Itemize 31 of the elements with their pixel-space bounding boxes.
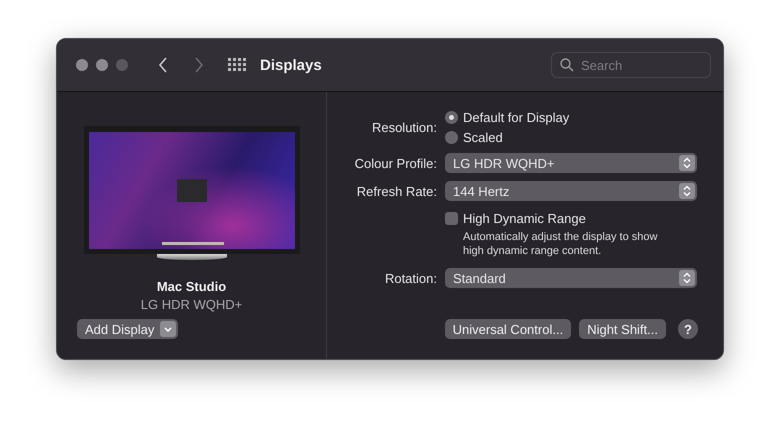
radio-button[interactable] [445, 111, 458, 124]
stepper-chevrons-icon [679, 270, 695, 286]
close-button[interactable] [76, 59, 88, 71]
minimize-button[interactable] [96, 59, 108, 71]
display-model: LG HDR WQHD+ [140, 297, 242, 312]
display-name: Mac Studio [156, 279, 226, 294]
search-icon [560, 58, 574, 72]
select-label: Refresh Rate: [356, 184, 437, 198]
radio-button[interactable] [445, 131, 458, 144]
stepper-chevrons-icon [679, 155, 695, 171]
resolution-option[interactable]: Default for Display [445, 110, 697, 125]
back-icon[interactable] [158, 57, 168, 73]
stepper-chevrons-icon [679, 183, 695, 199]
resolution-option[interactable]: Scaled [445, 130, 697, 145]
select-label: Colour Profile: [354, 156, 437, 170]
dropdown[interactable]: 144 Hertz [445, 181, 697, 201]
add-display-button[interactable]: Add Display [77, 319, 178, 339]
checkbox[interactable] [445, 212, 458, 225]
window-title: Displays [260, 56, 322, 74]
hdr-checkbox-row[interactable]: High Dynamic Range [445, 211, 697, 226]
rotation-label: Rotation: [384, 270, 437, 286]
resolution-label: Resolution: [370, 120, 437, 135]
dialog-button[interactable]: Night Shift... [579, 319, 666, 339]
search-field[interactable]: Search [551, 52, 711, 78]
dropdown[interactable]: Standard [445, 268, 697, 288]
help-button[interactable]: ? [678, 319, 698, 339]
grid-icon[interactable] [228, 58, 246, 72]
hdr-description: Automatically adjust the display to show high dynamic range content. [462, 230, 658, 258]
dropdown[interactable]: LG HDR WQHD+ [445, 153, 697, 173]
chevron-down-icon [160, 321, 176, 337]
dialog-button[interactable]: Universal Control... [444, 319, 572, 339]
